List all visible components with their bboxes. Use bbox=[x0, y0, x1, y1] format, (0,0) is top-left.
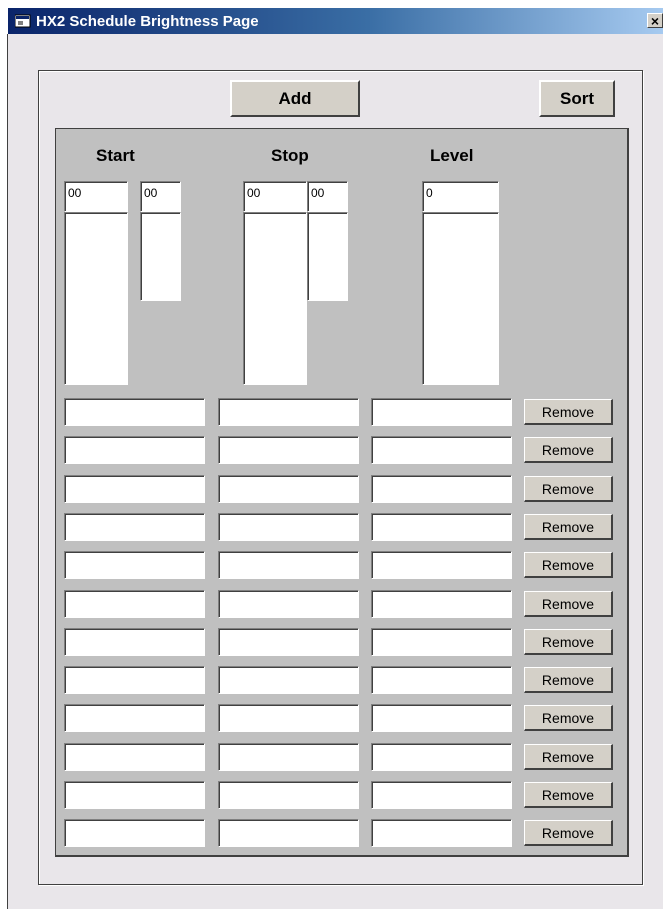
window-border-top bbox=[0, 0, 663, 8]
row-stop-field[interactable] bbox=[218, 475, 359, 503]
row-level-field[interactable] bbox=[371, 436, 512, 464]
add-button[interactable]: Add bbox=[230, 80, 360, 117]
remove-button[interactable]: Remove bbox=[524, 705, 613, 731]
start-minute-list[interactable] bbox=[140, 212, 181, 301]
row-start-field[interactable] bbox=[64, 436, 205, 464]
window-app-icon[interactable] bbox=[15, 14, 31, 28]
level-input[interactable]: 0 bbox=[422, 181, 499, 212]
row-level-field[interactable] bbox=[371, 590, 512, 618]
row-level-field[interactable] bbox=[371, 398, 512, 426]
stop-minute-list[interactable] bbox=[307, 212, 348, 301]
remove-button[interactable]: Remove bbox=[524, 782, 613, 808]
row-stop-field[interactable] bbox=[218, 781, 359, 809]
close-button[interactable]: × bbox=[647, 13, 663, 28]
row-stop-field[interactable] bbox=[218, 513, 359, 541]
row-stop-field[interactable] bbox=[218, 628, 359, 656]
level-column-label: Level bbox=[430, 146, 474, 165]
row-start-field[interactable] bbox=[64, 551, 205, 579]
row-start-field[interactable] bbox=[64, 819, 205, 847]
row-start-field[interactable] bbox=[64, 513, 205, 541]
window-border-shadow bbox=[7, 34, 8, 909]
start-hour-input[interactable]: 00 bbox=[64, 181, 128, 212]
row-start-field[interactable] bbox=[64, 590, 205, 618]
remove-button[interactable]: Remove bbox=[524, 514, 613, 540]
row-stop-field[interactable] bbox=[218, 704, 359, 732]
row-start-field[interactable] bbox=[64, 781, 205, 809]
stop-column-label: Stop bbox=[271, 146, 309, 165]
row-start-field[interactable] bbox=[64, 628, 205, 656]
row-level-field[interactable] bbox=[371, 628, 512, 656]
row-start-field[interactable] bbox=[64, 743, 205, 771]
row-stop-field[interactable] bbox=[218, 436, 359, 464]
start-hour-list[interactable] bbox=[64, 212, 128, 385]
row-level-field[interactable] bbox=[371, 513, 512, 541]
remove-button[interactable]: Remove bbox=[524, 399, 613, 425]
row-stop-field[interactable] bbox=[218, 398, 359, 426]
row-start-field[interactable] bbox=[64, 475, 205, 503]
row-level-field[interactable] bbox=[371, 781, 512, 809]
remove-button[interactable]: Remove bbox=[524, 552, 613, 578]
remove-button[interactable]: Remove bbox=[524, 820, 613, 846]
remove-button[interactable]: Remove bbox=[524, 744, 613, 770]
row-start-field[interactable] bbox=[64, 398, 205, 426]
remove-button[interactable]: Remove bbox=[524, 591, 613, 617]
remove-button[interactable]: Remove bbox=[524, 629, 613, 655]
window-title: HX2 Schedule Brightness Page bbox=[36, 12, 259, 30]
row-stop-field[interactable] bbox=[218, 743, 359, 771]
stop-hour-input[interactable]: 00 bbox=[243, 181, 307, 212]
row-stop-field[interactable] bbox=[218, 551, 359, 579]
row-start-field[interactable] bbox=[64, 666, 205, 694]
close-icon: × bbox=[650, 13, 660, 29]
remove-button[interactable]: Remove bbox=[524, 437, 613, 463]
row-level-field[interactable] bbox=[371, 704, 512, 732]
start-minute-input[interactable]: 00 bbox=[140, 181, 181, 212]
title-bar[interactable]: HX2 Schedule Brightness Page × bbox=[8, 8, 663, 34]
level-list[interactable] bbox=[422, 212, 499, 385]
row-stop-field[interactable] bbox=[218, 666, 359, 694]
remove-button[interactable]: Remove bbox=[524, 476, 613, 502]
start-column-label: Start bbox=[96, 146, 135, 165]
stop-minute-input[interactable]: 00 bbox=[307, 181, 348, 212]
row-level-field[interactable] bbox=[371, 475, 512, 503]
stop-hour-list[interactable] bbox=[243, 212, 307, 385]
row-level-field[interactable] bbox=[371, 819, 512, 847]
row-level-field[interactable] bbox=[371, 666, 512, 694]
row-level-field[interactable] bbox=[371, 743, 512, 771]
row-stop-field[interactable] bbox=[218, 590, 359, 618]
sort-button[interactable]: Sort bbox=[539, 80, 615, 117]
row-start-field[interactable] bbox=[64, 704, 205, 732]
row-stop-field[interactable] bbox=[218, 819, 359, 847]
row-level-field[interactable] bbox=[371, 551, 512, 579]
remove-button[interactable]: Remove bbox=[524, 667, 613, 693]
